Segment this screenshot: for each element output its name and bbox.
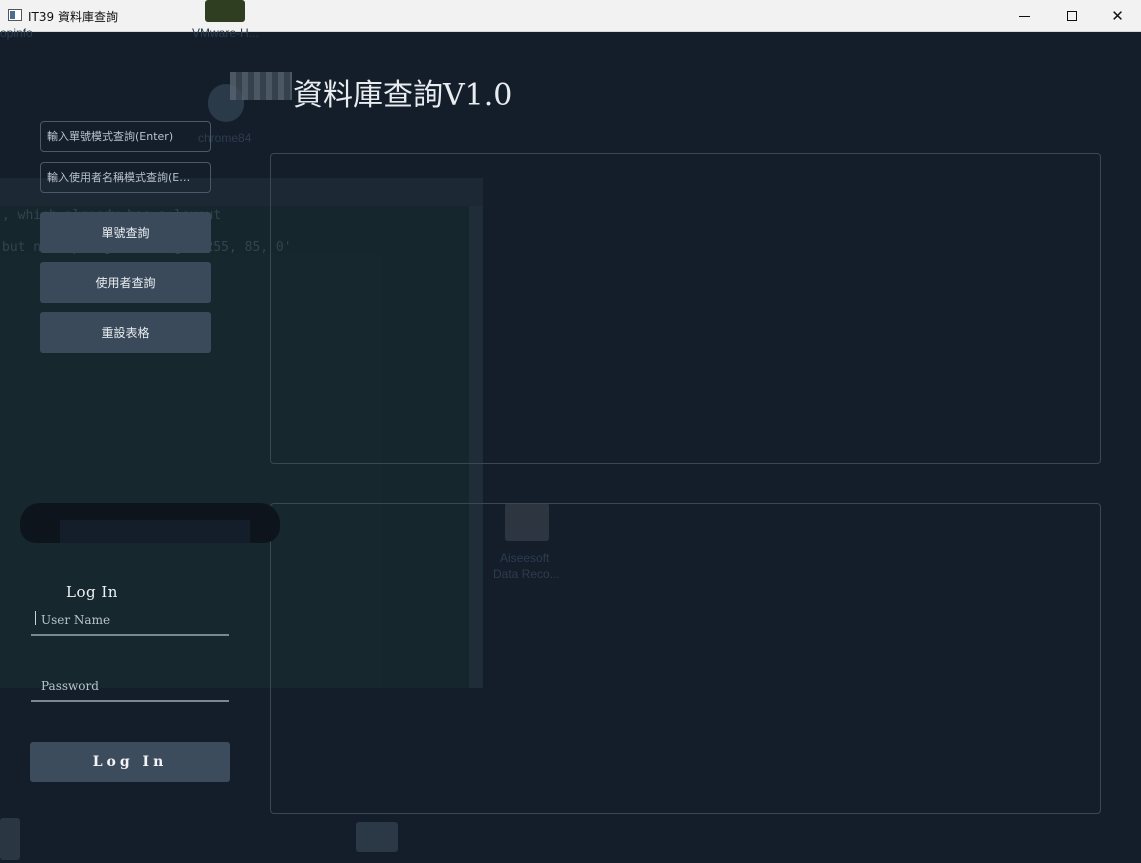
maximize-button[interactable] (1048, 0, 1095, 32)
page-title: 資料庫查詢V1.0 (293, 78, 513, 113)
taskbar-app-icon (356, 822, 398, 852)
close-button[interactable]: ✕ (1094, 0, 1141, 32)
order-number-input[interactable] (40, 121, 211, 152)
username-field[interactable] (31, 606, 229, 636)
maximize-icon (1066, 11, 1077, 21)
login-title: Log In (66, 583, 118, 601)
username-query-input[interactable] (40, 162, 211, 193)
vmware-icon (205, 0, 245, 22)
window-titlebar: IT39 資料庫查詢 ✕ (0, 0, 1141, 32)
result-table-bottom[interactable] (270, 503, 1101, 814)
close-icon: ✕ (1111, 7, 1124, 25)
app-icon (8, 9, 22, 21)
login-decor-bar (20, 503, 280, 543)
minimize-button[interactable] (1001, 0, 1048, 32)
login-button[interactable]: Log In (30, 742, 230, 782)
text-cursor (35, 611, 36, 625)
reset-table-button[interactable]: 重設表格 (40, 312, 211, 353)
password-field[interactable] (31, 672, 229, 702)
desktop-label-vmware: VMware-H... (192, 26, 259, 40)
redacted-logo (230, 72, 292, 100)
minimize-icon (1019, 15, 1030, 17)
window-title: IT39 資料庫查詢 (28, 10, 118, 24)
desktop-label-opinfo: opinfo (0, 26, 33, 40)
order-query-button[interactable]: 單號查詢 (40, 212, 211, 253)
file-icon (0, 818, 20, 860)
user-query-button[interactable]: 使用者查詢 (40, 262, 211, 303)
result-table-top[interactable] (270, 153, 1101, 464)
